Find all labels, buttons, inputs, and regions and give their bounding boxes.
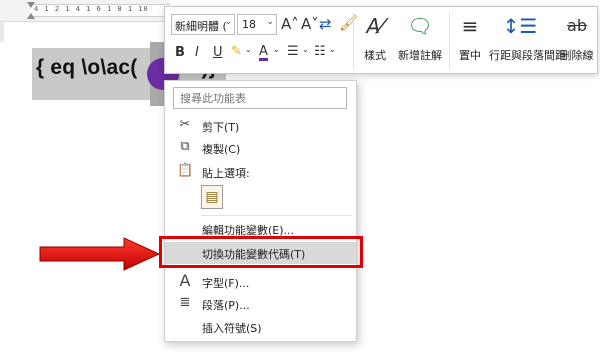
menu-search-input[interactable] xyxy=(173,87,347,109)
chevron-down-icon[interactable]: ⌄ xyxy=(266,17,274,27)
new-comment-label: 新增註解 xyxy=(398,49,442,62)
menu-item-cut[interactable]: ✂ 剪下(T) xyxy=(165,115,356,137)
line-spacing-label: 行距與段落間距 xyxy=(489,49,566,62)
line-spacing-icon: ↕☰ xyxy=(502,14,538,38)
menu-item-label: 字型(F)... xyxy=(202,277,250,290)
chevron-down-icon[interactable]: ⌄ xyxy=(273,45,280,54)
copy-icon: ⧉ xyxy=(180,139,190,154)
chevron-down-icon[interactable]: ⌄ xyxy=(245,45,252,54)
menu-item-insert-symbol[interactable]: 插入符號(S) xyxy=(165,316,356,338)
numbering-icon[interactable]: ☷ xyxy=(314,44,326,59)
line-spacing-button[interactable]: ↕☰ 行距與段落間距 xyxy=(489,11,566,71)
phonetic-guide-icon[interactable]: ⇄ xyxy=(319,15,332,33)
menu-item-label: 插入符號(S) xyxy=(202,322,262,335)
center-label: 置中 xyxy=(459,49,481,62)
divider xyxy=(353,13,354,69)
font-size-value: 18 xyxy=(242,18,256,31)
menu-item-copy[interactable]: ⧉ 複製(C) xyxy=(165,137,356,159)
center-align-icon: ≡ xyxy=(461,14,479,38)
font-name-value: 新細明體 ( xyxy=(175,20,227,33)
strikethrough-icon: ab xyxy=(567,16,587,35)
chevron-down-icon[interactable]: ⌄ xyxy=(302,45,309,54)
italic-button[interactable]: I xyxy=(195,45,199,60)
new-comment-button[interactable]: 🗨 新增註解 xyxy=(393,11,447,71)
strikethrough-button[interactable]: ab 刪除線 xyxy=(557,11,597,71)
font-size-select[interactable]: 18 ⌄ xyxy=(237,14,277,35)
divider xyxy=(449,13,450,69)
shrink-font-button[interactable]: A˅ xyxy=(301,15,319,33)
paragraph-icon: ≣ xyxy=(179,295,191,310)
first-line-indent-marker[interactable] xyxy=(27,2,35,8)
menu-item-label: 段落(P)... xyxy=(202,299,250,312)
font-icon: A xyxy=(179,271,191,290)
styles-label: 樣式 xyxy=(364,49,386,62)
new-comment-icon: 🗨 xyxy=(407,14,433,38)
menu-divider xyxy=(201,215,351,216)
annotation-highlight-box xyxy=(159,236,363,268)
ruler-marks: 4 1 2 1 4 1 6 1 8 1 10 xyxy=(34,5,149,13)
strikethrough-label: 刪除線 xyxy=(560,49,594,62)
highlight-color-icon[interactable]: ✎ xyxy=(231,44,242,59)
font-color-button[interactable]: A xyxy=(259,45,268,61)
font-name-select[interactable]: 新細明體 ( ⌄ xyxy=(171,14,235,35)
menu-item-paragraph[interactable]: ≣ 段落(P)... xyxy=(165,293,356,315)
styles-icon: A⁄ xyxy=(366,14,384,38)
menu-item-font[interactable]: A 字型(F)... xyxy=(165,271,356,293)
styles-button[interactable]: A⁄ 樣式 xyxy=(357,11,393,71)
menu-item-label: 貼上選項: xyxy=(202,167,250,180)
bold-button[interactable]: B xyxy=(175,45,185,60)
context-menu: ✂ 剪下(T) ⧉ 複製(C) 📋 貼上選項: ▤ 編輯功能變數(E)... 切… xyxy=(164,80,357,342)
menu-item-label: 複製(C) xyxy=(202,143,241,156)
chevron-down-icon[interactable]: ⌄ xyxy=(224,17,232,27)
paste-icon: 📋 xyxy=(177,163,194,178)
field-code-text[interactable]: { eq \o\ac( xyxy=(36,56,137,80)
center-button[interactable]: ≡ 置中 xyxy=(453,11,487,71)
hanging-indent-marker[interactable] xyxy=(27,13,35,19)
format-painter-icon[interactable]: 🖌 xyxy=(339,14,358,32)
annotation-arrow-icon xyxy=(39,237,161,271)
horizontal-ruler[interactable]: 4 1 2 1 4 1 6 1 8 1 10 xyxy=(0,0,170,22)
bullets-icon[interactable]: ☰ xyxy=(287,44,299,59)
scissors-icon: ✂ xyxy=(179,117,191,132)
mini-toolbar: 新細明體 ( ⌄ 18 ⌄ A˄ A˅ ⇄ 🖌 B I U ✎ ⌄ A ⌄ ☰ … xyxy=(164,6,598,74)
menu-item-label: 剪下(T) xyxy=(202,121,240,134)
menu-item-paste-options: 📋 貼上選項: xyxy=(165,161,356,183)
underline-button[interactable]: U xyxy=(213,45,223,60)
grow-font-button[interactable]: A˄ xyxy=(281,15,299,33)
chevron-down-icon[interactable]: ⌄ xyxy=(329,45,336,54)
paste-keep-text-icon[interactable]: ▤ xyxy=(201,185,223,209)
vertical-ruler xyxy=(0,22,4,42)
